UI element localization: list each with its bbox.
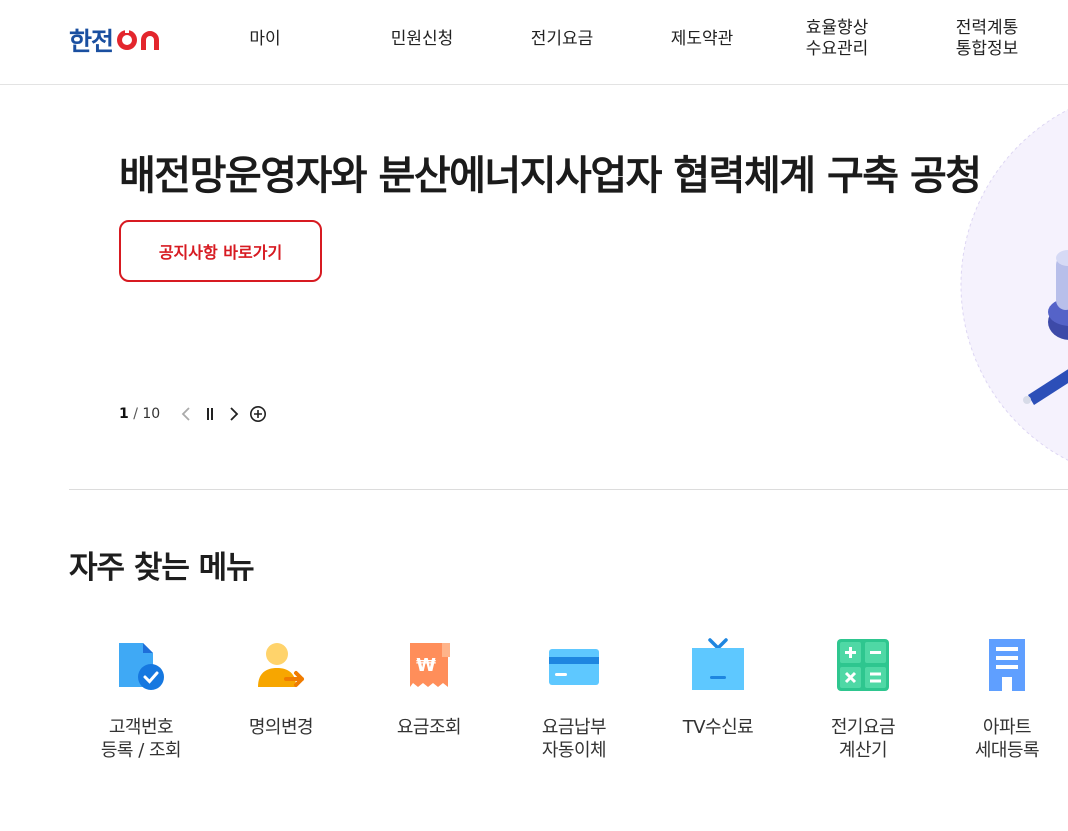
menu-item-name-change[interactable]: 명의변경: [206, 632, 356, 739]
document-check-icon: [119, 643, 164, 690]
frequent-menu-title: 자주 찾는 메뉴: [69, 550, 255, 586]
apartment-icon: [989, 639, 1025, 691]
nav-electricity-bill[interactable]: 전기요금: [512, 29, 612, 50]
menu-item-bill-calculator[interactable]: 전기요금 계산기: [788, 632, 938, 762]
pause-icon[interactable]: [198, 402, 222, 426]
slide-separator: /: [133, 406, 138, 422]
header: 한전 마이 민원신청 전기요금 제도약관 효율향상 수요관리 전력계통 통합정보: [0, 0, 1068, 85]
chevron-left-icon[interactable]: [174, 402, 198, 426]
hero-illustration: [958, 90, 1068, 480]
nav-efficiency-demand[interactable]: 효율향상 수요관리: [787, 18, 887, 60]
menu-label: 아파트 세대등록: [974, 717, 1040, 761]
user-transfer-icon: [258, 643, 304, 687]
nav-grid-info[interactable]: 전력계통 통합정보: [937, 18, 1037, 60]
logo[interactable]: 한전: [69, 25, 164, 56]
svg-text:₩: ₩: [416, 655, 436, 676]
logo-on-icon: [117, 27, 160, 50]
slide-total: 10: [142, 406, 161, 422]
nav-policy-terms[interactable]: 제도약관: [652, 29, 752, 50]
notice-shortcut-button[interactable]: 공지사항 바로가기: [119, 220, 322, 282]
menu-label: 요금조회: [396, 717, 462, 738]
menu-label: 전기요금 계산기: [830, 717, 896, 761]
slide-current: 1: [119, 406, 129, 422]
menu-item-customer-number[interactable]: 고객번호 등록 / 조회: [66, 632, 216, 762]
slider-pager: 1 / 10: [119, 402, 270, 426]
logo-text: 한전: [69, 27, 114, 56]
calculator-icon: [837, 639, 889, 691]
won-receipt-icon: ₩: [410, 643, 450, 687]
nav-my[interactable]: 마이: [225, 29, 305, 50]
stamp-illustration-icon: [960, 109, 1068, 461]
menu-item-auto-payment[interactable]: 요금납부 자동이체: [499, 632, 649, 762]
hero-title: 배전망운영자와 분산에너지사업자 협력체계 구축 공청: [119, 153, 982, 199]
menu-item-tv-fee[interactable]: TV수신료: [643, 632, 793, 739]
menu-label: 명의변경: [248, 717, 314, 738]
slide-counter: 1 / 10: [119, 406, 160, 422]
menu-item-bill-inquiry[interactable]: ₩ 요금조회: [354, 632, 504, 739]
menu-label: 고객번호 등록 / 조회: [100, 717, 182, 761]
tv-icon: [692, 638, 744, 690]
nav-civil-request[interactable]: 민원신청: [372, 29, 472, 50]
menu-label: 요금납부 자동이체: [541, 717, 607, 761]
plus-circle-icon[interactable]: [246, 402, 270, 426]
credit-card-icon: [549, 649, 599, 685]
menu-label: TV수신료: [682, 717, 754, 738]
page: 한전 마이 민원신청 전기요금 제도약관 효율향상 수요관리 전력계통 통합정보…: [0, 0, 1068, 831]
section-divider: [69, 489, 1068, 490]
logo-on-mark: [116, 27, 164, 53]
chevron-right-icon[interactable]: [222, 402, 246, 426]
menu-item-apartment-register[interactable]: 아파트 세대등록: [932, 632, 1068, 762]
